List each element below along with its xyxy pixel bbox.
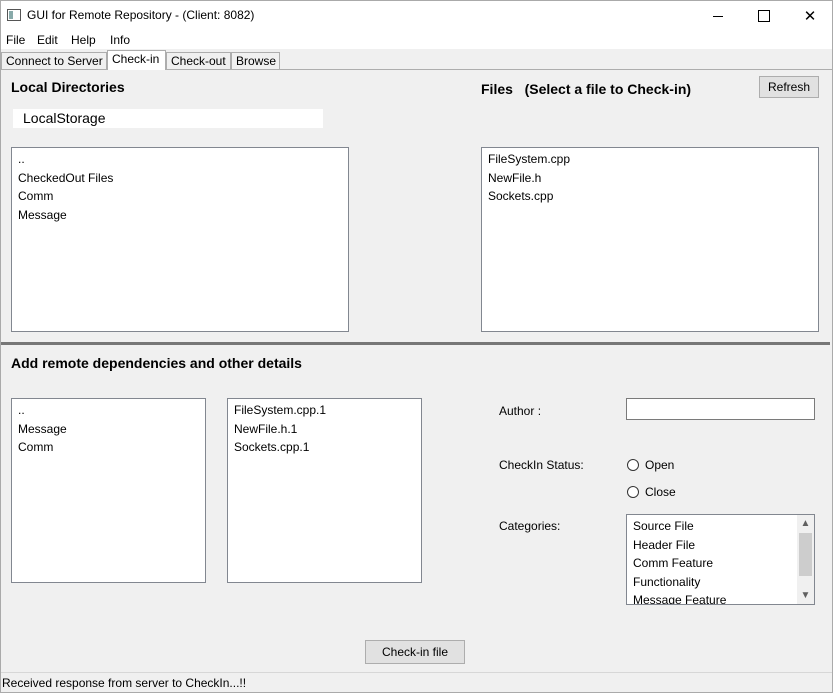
- radio-close[interactable]: [627, 486, 639, 498]
- title-bar: GUI for Remote Repository - (Client: 808…: [1, 1, 832, 31]
- status-close-option[interactable]: Close: [627, 485, 676, 499]
- list-item[interactable]: CheckedOut Files: [12, 169, 348, 188]
- close-icon[interactable]: ✕: [787, 1, 833, 31]
- checkin-status-label: CheckIn Status:: [499, 458, 584, 472]
- local-path-display: LocalStorage: [13, 109, 323, 128]
- tab-browse[interactable]: Browse: [231, 52, 280, 70]
- tab-strip: Connect to Server Check-in Check-out Bro…: [1, 50, 832, 71]
- scroll-up-icon[interactable]: ▲: [797, 515, 814, 532]
- list-item[interactable]: Functionality: [627, 573, 814, 592]
- list-item[interactable]: Comm Feature: [627, 554, 814, 573]
- menu-bar: File Edit Help Info: [1, 31, 832, 49]
- list-item[interactable]: NewFile.h: [482, 169, 818, 188]
- window-title: GUI for Remote Repository - (Client: 808…: [27, 8, 255, 22]
- list-item[interactable]: ..: [12, 401, 205, 420]
- list-item[interactable]: Message: [12, 420, 205, 439]
- refresh-button[interactable]: Refresh: [759, 76, 819, 98]
- menu-help[interactable]: Help: [71, 33, 96, 47]
- menu-file[interactable]: File: [6, 33, 25, 47]
- app-window: GUI for Remote Repository - (Client: 808…: [0, 0, 833, 693]
- categories-list[interactable]: Source File Header File Comm Feature Fun…: [626, 514, 815, 605]
- maximize-icon[interactable]: [741, 1, 787, 31]
- remote-files-list[interactable]: FileSystem.cpp.1 NewFile.h.1 Sockets.cpp…: [227, 398, 422, 583]
- list-item[interactable]: Message: [12, 206, 348, 225]
- list-item[interactable]: FileSystem.cpp: [482, 150, 818, 169]
- remote-directories-list[interactable]: .. Message Comm: [11, 398, 206, 583]
- scroll-down-icon[interactable]: ▼: [797, 587, 814, 604]
- files-list[interactable]: FileSystem.cpp NewFile.h Sockets.cpp: [481, 147, 819, 332]
- list-item[interactable]: Sockets.cpp.1: [228, 438, 421, 457]
- list-item[interactable]: Message Feature: [627, 591, 814, 604]
- status-bar: Received response from server to CheckIn…: [1, 672, 832, 692]
- list-item[interactable]: Header File: [627, 536, 814, 555]
- list-item[interactable]: Comm: [12, 438, 205, 457]
- list-item[interactable]: FileSystem.cpp.1: [228, 401, 421, 420]
- files-title: Files (Select a file to Check-in): [481, 81, 692, 97]
- status-open-option[interactable]: Open: [627, 458, 674, 472]
- tab-check-out[interactable]: Check-out: [166, 52, 231, 70]
- radio-open[interactable]: [627, 459, 639, 471]
- list-item[interactable]: Comm: [12, 187, 348, 206]
- status-open-label: Open: [645, 458, 675, 472]
- minimize-icon[interactable]: [695, 1, 741, 31]
- app-icon: [7, 9, 21, 21]
- list-item[interactable]: NewFile.h.1: [228, 420, 421, 439]
- menu-info[interactable]: Info: [110, 33, 130, 47]
- list-item[interactable]: Source File: [627, 517, 814, 536]
- menu-edit[interactable]: Edit: [37, 33, 58, 47]
- list-item[interactable]: ..: [12, 150, 348, 169]
- scroll-thumb[interactable]: [799, 533, 812, 576]
- categories-scrollbar[interactable]: ▲ ▼: [797, 515, 814, 604]
- local-directories-title: Local Directories: [11, 79, 125, 95]
- author-field[interactable]: [626, 398, 815, 420]
- checkin-file-button[interactable]: Check-in file: [365, 640, 465, 664]
- checkin-panel: Local Directories LocalStorage .. Checke…: [1, 70, 830, 673]
- tab-check-in[interactable]: Check-in: [107, 50, 166, 71]
- list-item[interactable]: Sockets.cpp: [482, 187, 818, 206]
- status-close-label: Close: [645, 485, 676, 499]
- tab-connect-to-server[interactable]: Connect to Server: [1, 52, 107, 70]
- dependencies-title: Add remote dependencies and other detail…: [11, 355, 302, 371]
- local-directories-list[interactable]: .. CheckedOut Files Comm Message: [11, 147, 349, 332]
- author-label: Author :: [499, 404, 542, 418]
- categories-label: Categories:: [499, 519, 561, 533]
- panel-splitter[interactable]: [1, 342, 830, 345]
